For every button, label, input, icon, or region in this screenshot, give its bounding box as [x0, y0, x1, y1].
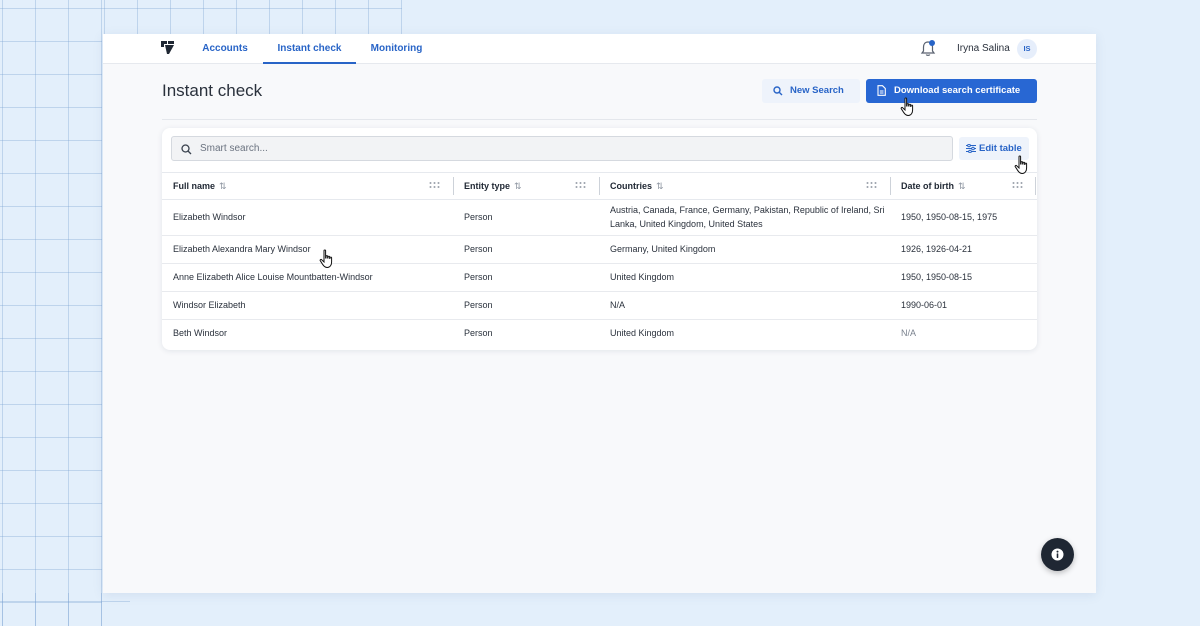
column-resizer[interactable]: [1035, 177, 1036, 195]
tab-instant-check[interactable]: Instant check: [263, 34, 356, 64]
cell-entity-type: Person: [464, 212, 493, 222]
cell-entity-type: Person: [464, 244, 493, 254]
sort-arrows-icon[interactable]: ⇅: [656, 181, 664, 191]
column-resizer[interactable]: [890, 177, 891, 195]
drag-grip-icon[interactable]: [866, 181, 877, 191]
drag-grip-icon[interactable]: [429, 181, 440, 191]
app-window: Accounts Instant check Monitoring Iryna …: [103, 34, 1096, 593]
top-navigation: Accounts Instant check Monitoring Iryna …: [103, 34, 1096, 64]
table-row[interactable]: Elizabeth Windsor Person Austria, Canada…: [162, 200, 1037, 236]
user-name[interactable]: Iryna Salina: [957, 34, 1010, 64]
sort-arrows-icon[interactable]: ⇅: [958, 181, 966, 191]
cell-entity-type: Person: [464, 272, 493, 282]
notification-dot: [929, 40, 935, 46]
page-title: Instant check: [162, 81, 263, 100]
drag-grip-icon[interactable]: [575, 181, 586, 191]
cell-full-name: Beth Windsor: [173, 328, 228, 338]
column-label: Entity type: [464, 181, 511, 191]
column-header-date-of-birth[interactable]: Date of birth ⇅: [901, 173, 966, 200]
cell-date-of-birth: 1926, 1926-04-21: [901, 244, 973, 254]
cell-date-of-birth: 1990-06-01: [901, 300, 948, 310]
search-icon: [181, 144, 192, 155]
brand-logo-icon[interactable]: [161, 41, 175, 55]
cell-full-name: Anne Elizabeth Alice Louise Mountbatten-…: [173, 272, 373, 282]
results-table: Full name ⇅ Entity type ⇅ Countries ⇅ Date …: [162, 172, 1037, 348]
cell-full-name: Elizabeth Windsor: [173, 212, 246, 222]
sort-arrows-icon[interactable]: ⇅: [219, 181, 227, 191]
results-card: Edit table Full name⇅ Entity type⇅ Count…: [162, 128, 1037, 350]
cell-full-name: Elizabeth Alexandra Mary Windsor: [173, 244, 311, 254]
table-header: Full name ⇅ Entity type ⇅ Countries ⇅ Date …: [162, 172, 1037, 200]
new-search-label: New Search: [790, 85, 844, 96]
document-icon: [877, 85, 886, 96]
table-row[interactable]: Beth Windsor Person United Kingdom N/A: [162, 320, 1037, 348]
cell-countries: United Kingdom: [610, 328, 675, 338]
table-row[interactable]: Elizabeth Alexandra Mary Windsor Person …: [162, 236, 1037, 264]
column-resizer[interactable]: [599, 177, 600, 195]
background-grid: [0, 0, 102, 626]
cell-date-of-birth: 1950, 1950-08-15: [901, 272, 973, 282]
divider: [162, 119, 1037, 120]
cell-countries: N/A: [610, 300, 626, 310]
tab-accounts[interactable]: Accounts: [194, 34, 256, 64]
cell-countries: Austria, Canada, France, Germany, Pakist…: [610, 205, 885, 229]
sort-arrows-icon[interactable]: ⇅: [514, 181, 522, 191]
column-label: Countries: [610, 181, 653, 191]
column-header-entity-type[interactable]: Entity type ⇅: [464, 173, 522, 200]
search-input[interactable]: [200, 137, 940, 160]
search-icon: [773, 86, 783, 96]
column-header-countries[interactable]: Countries ⇅: [610, 173, 664, 200]
cell-countries: United Kingdom: [610, 272, 675, 282]
table-row[interactable]: Anne Elizabeth Alice Louise Mountbatten-…: [162, 264, 1037, 292]
cell-date-of-birth: N/A: [901, 328, 917, 338]
column-resizer[interactable]: [453, 177, 454, 195]
column-header-full-name[interactable]: Full name ⇅: [173, 173, 227, 200]
background-grid-bottom: [0, 593, 130, 626]
new-search-button[interactable]: New Search: [762, 79, 860, 103]
download-certificate-label: Download search certificate: [894, 85, 1021, 96]
pointer-cursor-icon: [319, 249, 333, 269]
cell-entity-type: Person: [464, 300, 493, 310]
table-row[interactable]: Windsor Elizabeth Person N/A 1990-06-01: [162, 292, 1037, 320]
sliders-icon: [966, 144, 976, 153]
cell-full-name: Windsor Elizabeth: [173, 300, 246, 310]
cell-entity-type: Person: [464, 328, 493, 338]
column-label: Full name: [173, 181, 216, 191]
column-label: Date of birth: [901, 181, 954, 191]
pointer-cursor-icon: [1014, 155, 1028, 175]
background-grid-top: [102, 0, 402, 34]
drag-grip-icon[interactable]: [1012, 181, 1023, 191]
pointer-cursor-icon: [900, 97, 914, 117]
cell-date-of-birth: 1950, 1950-08-15, 1975: [901, 212, 998, 222]
info-icon: [1051, 548, 1064, 561]
edit-table-label: Edit table: [979, 143, 1022, 154]
cell-countries: Germany, United Kingdom: [610, 244, 716, 254]
avatar[interactable]: IS: [1017, 39, 1037, 59]
tab-monitoring[interactable]: Monitoring: [365, 34, 428, 64]
info-button[interactable]: [1041, 538, 1074, 571]
smart-search-box[interactable]: [171, 136, 953, 161]
download-certificate-button[interactable]: Download search certificate: [866, 79, 1037, 103]
